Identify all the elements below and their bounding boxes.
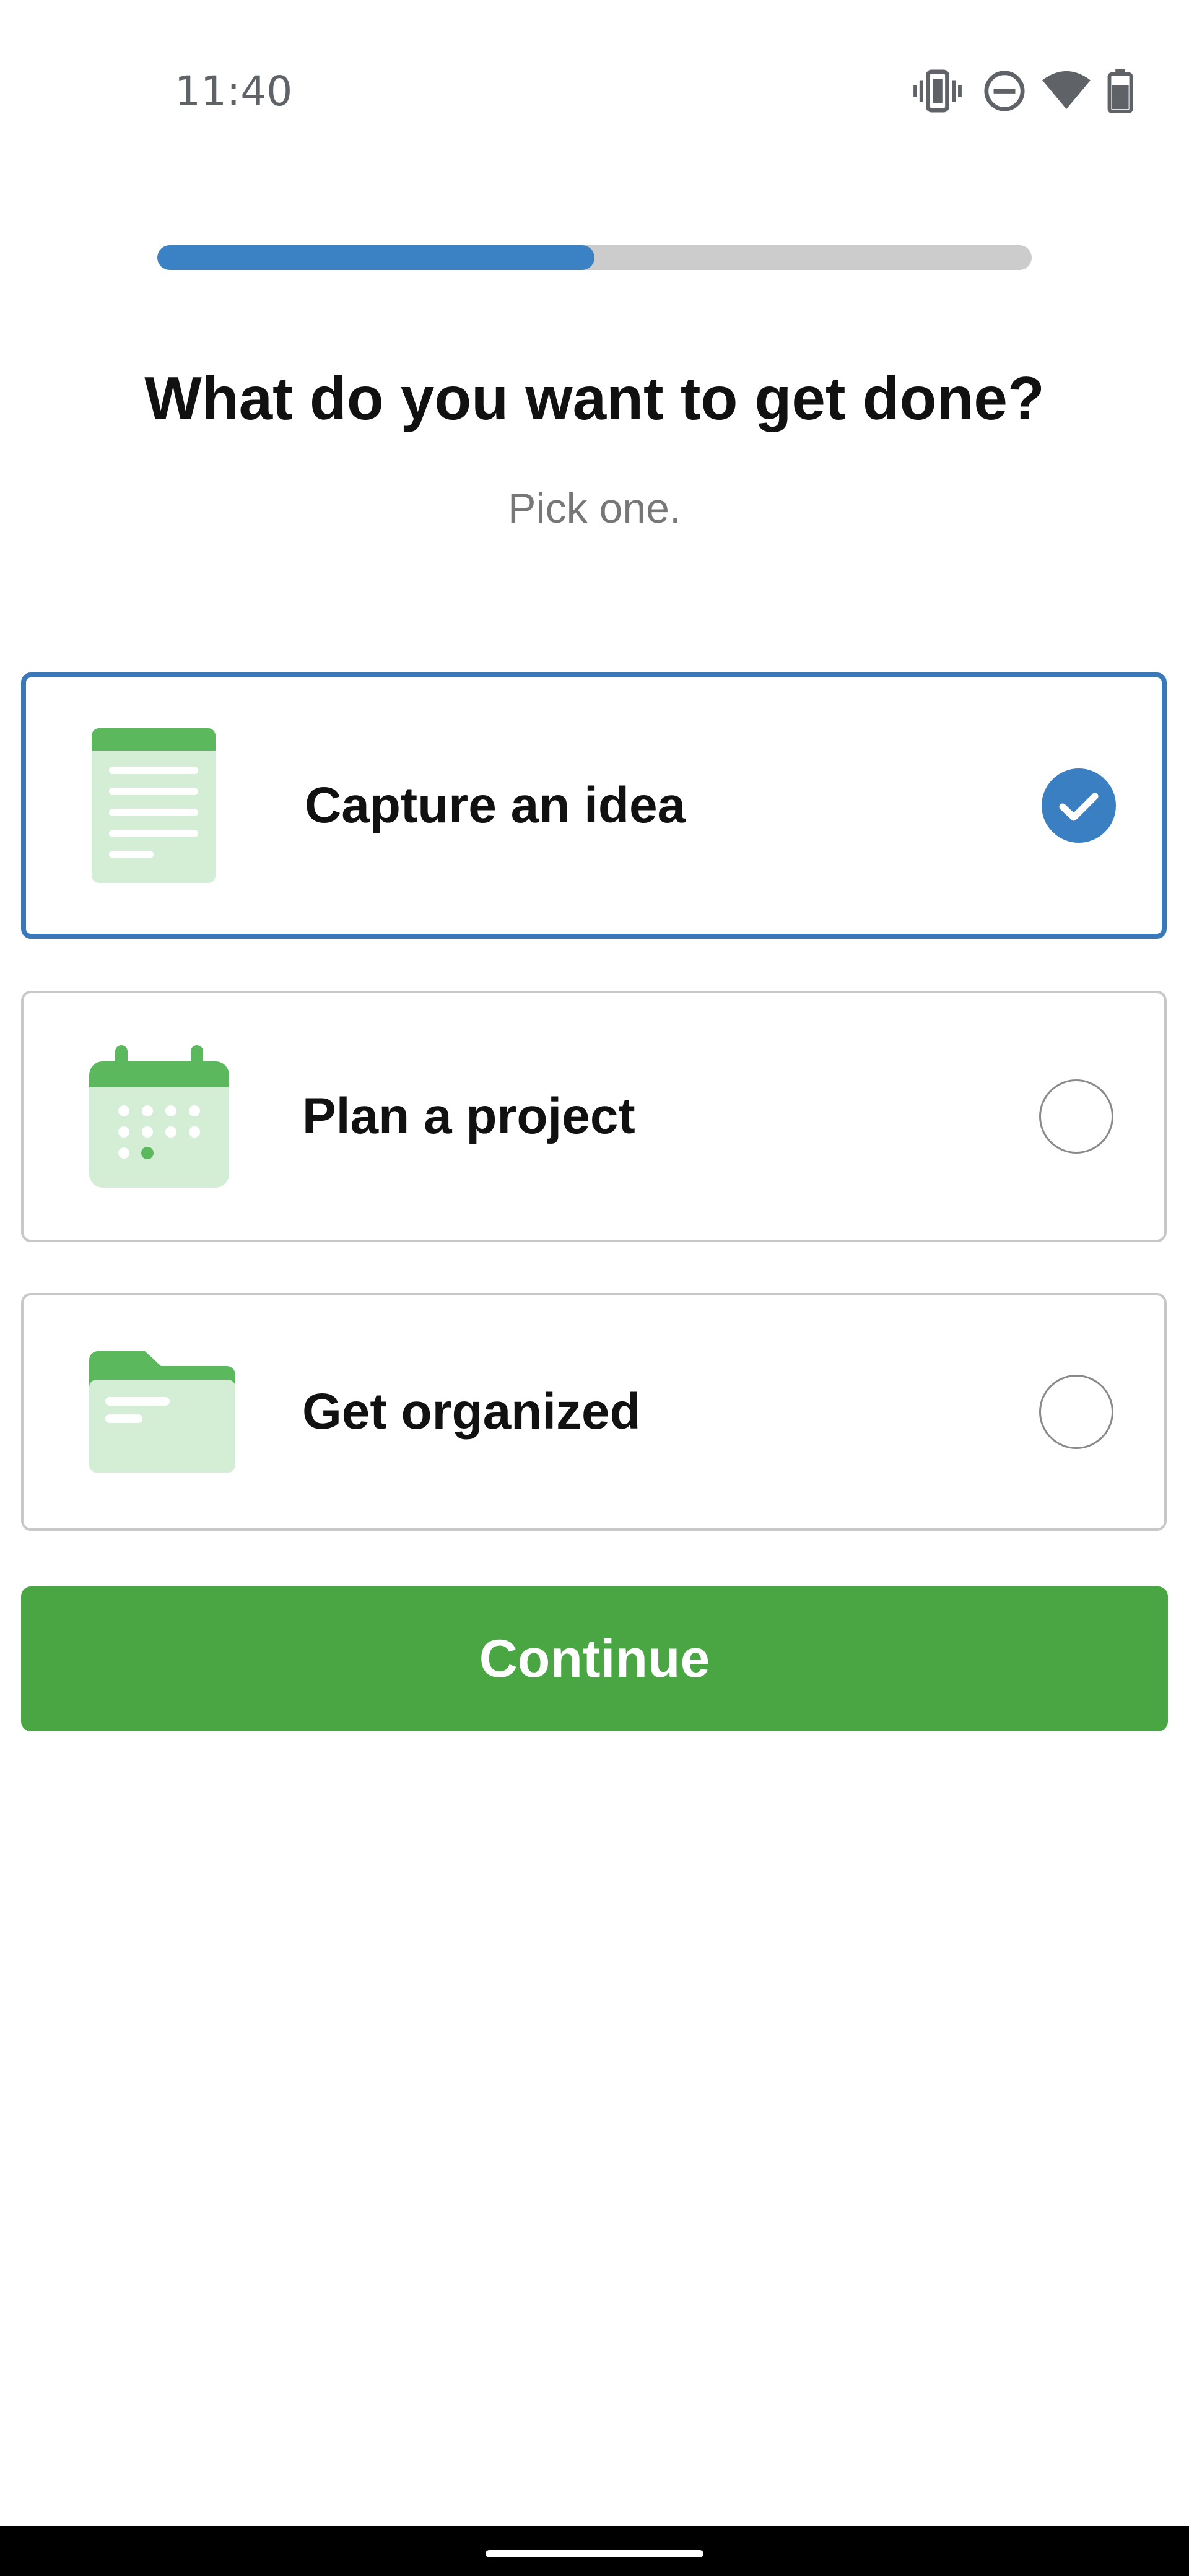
wifi-icon — [1042, 71, 1091, 110]
home-gesture-handle[interactable] — [486, 2550, 703, 2557]
option-radio-unselected[interactable] — [1039, 1375, 1113, 1449]
option-card-get-organized[interactable]: Get organized — [21, 1293, 1167, 1531]
vibrate-icon — [913, 69, 962, 113]
option-label: Get organized — [302, 1383, 641, 1440]
option-card-plan-project[interactable]: Plan a project — [21, 991, 1167, 1242]
document-icon — [92, 728, 216, 883]
folder-icon — [89, 1351, 235, 1473]
do-not-disturb-icon — [984, 71, 1025, 111]
progress-bar — [157, 245, 1032, 270]
calendar-icon — [89, 1045, 229, 1188]
navigation-bar — [0, 2526, 1189, 2576]
option-label: Plan a project — [302, 1088, 635, 1144]
continue-button[interactable]: Continue — [21, 1586, 1168, 1731]
option-radio-selected[interactable] — [1042, 768, 1116, 843]
page-subtitle: Pick one. — [508, 485, 681, 532]
status-time: 11:40 — [175, 67, 293, 115]
page-title: What do you want to get done? — [144, 364, 1045, 432]
option-radio-unselected[interactable] — [1039, 1079, 1113, 1154]
status-bar: 11:40 — [0, 0, 1189, 186]
option-card-capture-idea[interactable]: Capture an idea — [21, 672, 1167, 939]
battery-icon — [1107, 69, 1133, 113]
checkmark-icon — [1059, 793, 1099, 821]
option-label: Capture an idea — [305, 777, 686, 833]
onboarding-screen: 11:40 What do you want to get done? Pick… — [0, 0, 1189, 2576]
progress-bar-fill — [157, 245, 594, 270]
